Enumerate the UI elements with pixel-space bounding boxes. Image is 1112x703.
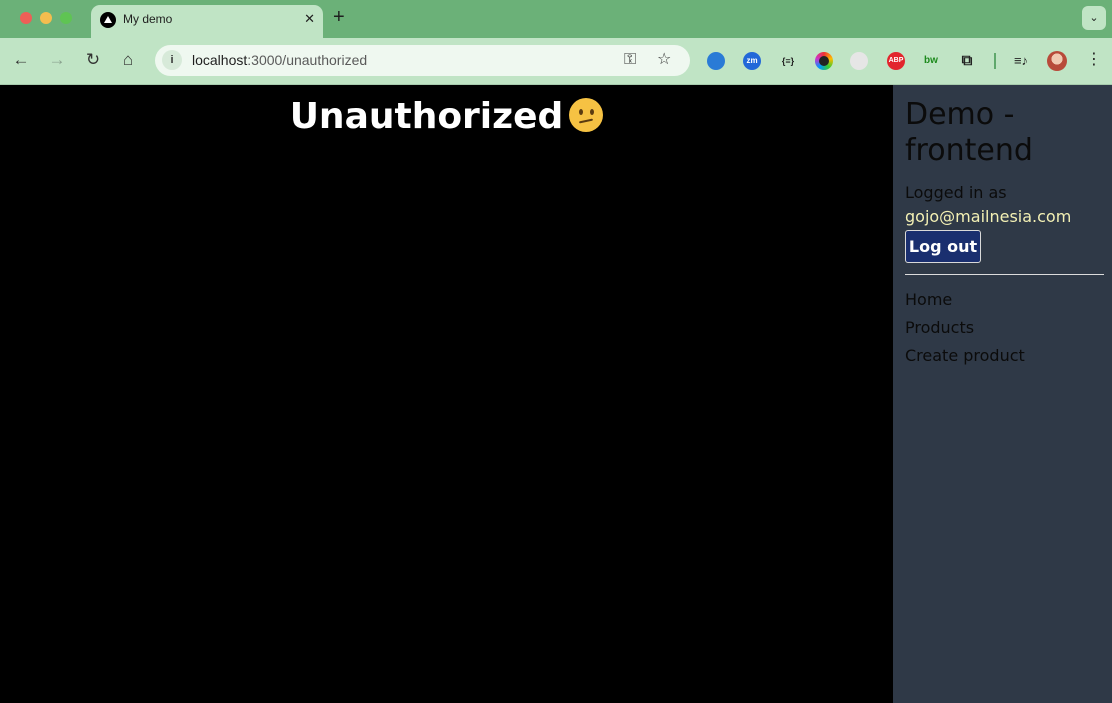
page-viewport: Unauthorized Demo - frontend Logged in a… (0, 85, 1112, 703)
url-path: :3000/unauthorized (247, 52, 368, 68)
forward-button[interactable]: → (47, 50, 67, 70)
main-content: Unauthorized (0, 85, 893, 703)
adblock-plus-icon[interactable]: ABP (887, 52, 905, 70)
browser-menu-icon[interactable]: ⋮ (1086, 50, 1102, 70)
extension-mascot-icon[interactable] (850, 52, 868, 70)
nav-link-products[interactable]: Products (905, 318, 1025, 346)
toolbar-divider (994, 53, 996, 69)
back-button[interactable]: ← (11, 50, 31, 70)
bookmark-star-icon[interactable]: ☆ (657, 51, 671, 69)
user-email: gojo@mailnesia.com (905, 207, 1072, 226)
extension-blue-swirl-icon[interactable] (707, 52, 725, 70)
close-window-button[interactable] (20, 12, 32, 24)
new-tab-button[interactable]: + (333, 7, 345, 27)
confused-face-icon (569, 98, 604, 132)
minimize-window-button[interactable] (40, 12, 52, 24)
url-host: localhost (192, 52, 248, 68)
nextjs-favicon-icon (100, 12, 116, 28)
logout-button[interactable]: Log out (905, 230, 981, 263)
sidebar-nav: Home Products Create product (905, 290, 1025, 374)
tab-bar: My demo ✕ + ⌄ (0, 0, 1112, 38)
extension-json-icon[interactable]: {≡} (779, 52, 797, 70)
extension-color-wheel-icon[interactable] (815, 52, 833, 70)
password-key-icon[interactable]: ⚿ (624, 51, 636, 69)
tab-close-icon[interactable]: ✕ (304, 11, 315, 27)
active-tab[interactable]: My demo ✕ (91, 5, 323, 38)
nav-link-home[interactable]: Home (905, 290, 1025, 318)
address-bar[interactable]: i localhost:3000/unauthorized ⚿ ☆ (155, 45, 690, 76)
profile-avatar[interactable] (1047, 51, 1067, 71)
extension-zm-icon[interactable]: zm (743, 52, 761, 70)
reload-button[interactable]: ↻ (83, 50, 103, 70)
page-title: Unauthorized (0, 97, 893, 137)
media-controls-icon[interactable]: ≡♪ (1012, 52, 1030, 70)
logged-in-label: Logged in as (905, 183, 1007, 202)
extension-bw-icon[interactable]: bw (922, 52, 940, 70)
page-title-text: Unauthorized (289, 96, 564, 137)
browser-toolbar: ← → ↻ ⌂ i localhost:3000/unauthorized ⚿ … (0, 38, 1112, 85)
nav-link-create-product[interactable]: Create product (905, 346, 1025, 374)
site-info-icon[interactable]: i (162, 50, 182, 70)
maximize-window-button[interactable] (60, 12, 72, 24)
sidebar-divider (905, 274, 1104, 275)
sidebar: Demo - frontend Logged in as gojo@mailne… (893, 85, 1112, 703)
tab-search-button[interactable]: ⌄ (1082, 6, 1106, 30)
extensions-puzzle-icon[interactable]: ⧉ (958, 52, 976, 70)
url-text[interactable]: localhost:3000/unauthorized (192, 52, 367, 69)
home-button[interactable]: ⌂ (118, 50, 138, 70)
app-brand: Demo - frontend (905, 97, 1033, 168)
tab-title: My demo (123, 12, 173, 26)
